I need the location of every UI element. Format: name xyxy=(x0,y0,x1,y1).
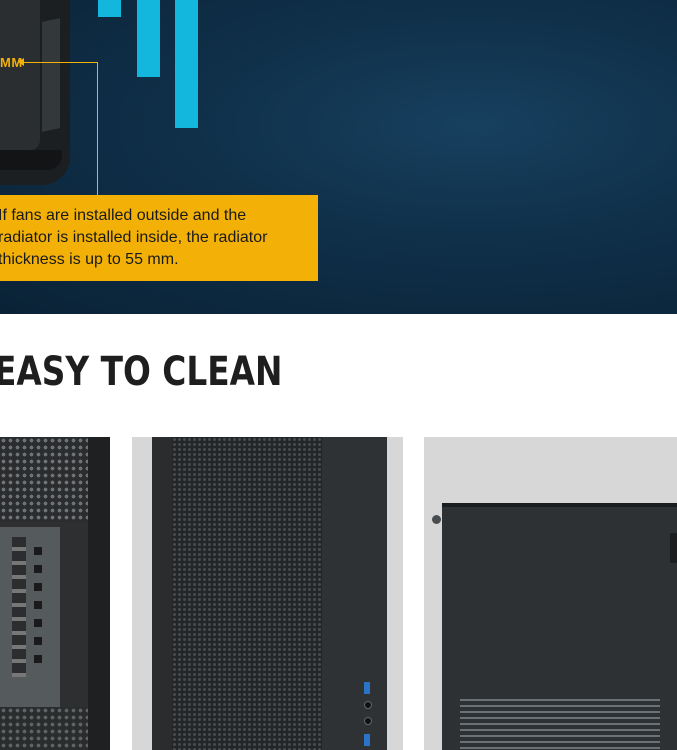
product-image-interior xyxy=(0,437,110,750)
thumbscrew-icon xyxy=(432,515,441,524)
vent-grille xyxy=(460,699,660,750)
callout-arrow xyxy=(18,58,98,66)
accent-bar xyxy=(98,0,121,17)
usb-port-icon xyxy=(364,734,370,746)
accent-bar xyxy=(137,0,160,77)
product-image-side-panel xyxy=(424,437,677,750)
note-line: If fans are installed outside and the xyxy=(0,207,247,224)
audio-jack-icon xyxy=(364,701,372,709)
product-image-front-mesh xyxy=(132,437,403,750)
note-line: thickness is up to 55 mm. xyxy=(0,251,179,268)
accent-bar xyxy=(175,0,198,128)
callout-line xyxy=(97,62,98,195)
feature-banner: MM If fans are installed outside and the… xyxy=(0,0,677,314)
note-line: radiator is installed inside, the radiat… xyxy=(0,229,268,246)
case-image-partial xyxy=(0,0,70,185)
section-heading: EASY TO CLEAN xyxy=(0,349,283,395)
audio-jack-icon xyxy=(364,717,372,725)
radiator-note: If fans are installed outside and the ra… xyxy=(0,195,318,281)
usb-port-icon xyxy=(364,682,370,694)
